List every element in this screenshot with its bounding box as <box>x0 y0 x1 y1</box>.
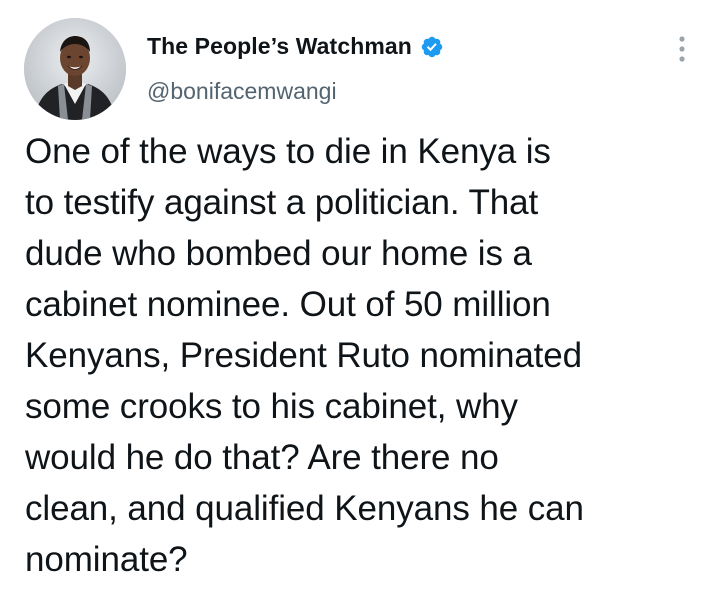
tweet-card: The People’s Watchman @bonifacemwangi On… <box>0 0 720 596</box>
tweet-text-line: One of the ways to die in Kenya is <box>25 132 551 171</box>
tweet-text-line: dude who bombed our home is a <box>25 234 532 273</box>
more-options-icon <box>679 36 685 62</box>
more-options-button[interactable] <box>670 34 694 64</box>
author-display-name[interactable]: The People’s Watchman <box>147 33 412 60</box>
tweet-text-line: would he do that? Are there no <box>25 438 499 477</box>
avatar[interactable] <box>24 18 126 120</box>
tweet-text: One of the ways to die in Kenya is to te… <box>25 126 705 585</box>
tweet-text-line: nominate? <box>25 540 188 579</box>
tweet-text-line: cabinet nominee. Out of 50 million <box>25 285 551 324</box>
tweet-text-line: Kenyans, President Ruto nominated <box>25 336 583 375</box>
verified-badge-icon <box>420 35 444 59</box>
tweet-text-line: to testify against a politician. That <box>25 183 539 222</box>
author-name-row[interactable]: The People’s Watchman <box>147 33 444 60</box>
tweet-text-line: clean, and qualified Kenyans he can <box>25 489 584 528</box>
tweet-text-line: some crooks to his cabinet, why <box>25 387 518 426</box>
author-handle[interactable]: @bonifacemwangi <box>147 78 337 105</box>
profile-photo <box>24 18 126 120</box>
